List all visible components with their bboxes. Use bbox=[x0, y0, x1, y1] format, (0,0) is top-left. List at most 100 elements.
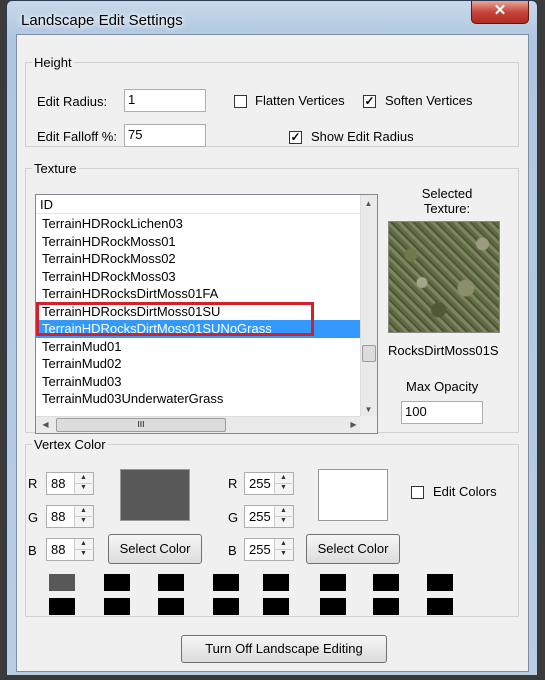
texture-list-item[interactable]: TerrainMud01 bbox=[36, 338, 362, 356]
vertex-color-group: Vertex Color R 88 ▲ ▼ G 88 ▲ ▼ B 88 ▲ ▼ Sel… bbox=[25, 437, 519, 617]
right-r-label: R bbox=[228, 476, 238, 491]
palette-swatch[interactable] bbox=[427, 574, 453, 591]
left-g-value: 88 bbox=[51, 509, 66, 524]
show-edit-radius-checkbox[interactable]: ✓ bbox=[289, 131, 302, 144]
left-r-label: R bbox=[28, 476, 38, 491]
left-r-value: 88 bbox=[51, 476, 66, 491]
flatten-vertices-label: Flatten Vertices bbox=[255, 93, 345, 108]
texture-list-item[interactable]: TerrainHDRockLichen03 bbox=[36, 215, 362, 233]
highlight-outline bbox=[36, 302, 314, 336]
scroll-grip-icon: III bbox=[137, 420, 145, 429]
spin-down-icon[interactable]: ▼ bbox=[275, 549, 292, 559]
right-r-spinner[interactable]: 255 ▲ ▼ bbox=[244, 472, 294, 495]
scroll-left-icon[interactable]: ◀ bbox=[38, 420, 53, 429]
edit-colors-checkbox[interactable] bbox=[411, 486, 424, 499]
texture-list-item[interactable]: TerrainMud03 bbox=[36, 373, 362, 391]
height-group: Height Edit Radius: 1 Flatten Vertices ✓… bbox=[25, 55, 519, 147]
palette-swatch[interactable] bbox=[49, 574, 75, 591]
vertex-color-legend: Vertex Color bbox=[34, 437, 106, 452]
palette-swatch[interactable] bbox=[373, 598, 399, 615]
close-icon: ✕ bbox=[493, 2, 507, 19]
right-g-label: G bbox=[228, 510, 239, 525]
right-color-swatch bbox=[318, 469, 388, 521]
scroll-down-icon[interactable]: ▼ bbox=[361, 405, 376, 414]
left-g-label: G bbox=[28, 510, 39, 525]
spin-down-icon[interactable]: ▼ bbox=[75, 516, 92, 526]
palette-swatch[interactable] bbox=[158, 574, 184, 591]
soften-vertices-checkbox[interactable]: ✓ bbox=[363, 95, 376, 108]
close-button[interactable]: ✕ bbox=[471, 1, 529, 24]
scroll-up-icon[interactable]: ▲ bbox=[361, 199, 376, 208]
left-b-label: B bbox=[28, 543, 37, 558]
left-color-swatch bbox=[120, 469, 190, 521]
turn-off-landscape-editing-button[interactable]: Turn Off Landscape Editing bbox=[181, 635, 387, 663]
spin-down-icon[interactable]: ▼ bbox=[275, 483, 292, 493]
selected-texture-name: RocksDirtMoss01S bbox=[388, 343, 499, 358]
palette-swatch[interactable] bbox=[213, 598, 239, 615]
checkmark-icon: ✓ bbox=[364, 94, 375, 108]
palette-swatch[interactable] bbox=[104, 598, 130, 615]
spin-down-icon[interactable]: ▼ bbox=[75, 483, 92, 493]
select-color-label: Select Color bbox=[119, 541, 191, 556]
texture-list-item[interactable]: TerrainHDRockMoss02 bbox=[36, 250, 362, 268]
edit-radius-label: Edit Radius: bbox=[37, 94, 108, 109]
left-select-color-button[interactable]: Select Color bbox=[108, 534, 202, 564]
landscape-edit-settings-window: Landscape Edit Settings ✕ Height Edit Ra… bbox=[6, 0, 538, 676]
height-legend: Height bbox=[34, 55, 72, 70]
right-g-value: 255 bbox=[249, 509, 271, 524]
left-g-spinner[interactable]: 88 ▲ ▼ bbox=[46, 505, 94, 528]
palette-swatch[interactable] bbox=[320, 574, 346, 591]
edit-radius-input[interactable]: 1 bbox=[124, 89, 206, 112]
soften-vertices-label: Soften Vertices bbox=[385, 93, 473, 108]
max-opacity-label: Max Opacity bbox=[406, 379, 479, 394]
palette-swatch[interactable] bbox=[213, 574, 239, 591]
list-column-header[interactable]: ID bbox=[36, 195, 362, 214]
window-title: Landscape Edit Settings bbox=[21, 12, 183, 29]
texture-list-item[interactable]: TerrainMud03UnderwaterGrass bbox=[36, 390, 362, 408]
right-b-label: B bbox=[228, 543, 237, 558]
right-r-value: 255 bbox=[249, 476, 271, 491]
dialog-client-area: Height Edit Radius: 1 Flatten Vertices ✓… bbox=[16, 34, 529, 672]
palette-swatch[interactable] bbox=[373, 574, 399, 591]
palette-swatch[interactable] bbox=[263, 574, 289, 591]
edit-falloff-label: Edit Falloff %: bbox=[37, 129, 117, 144]
left-b-spinner[interactable]: 88 ▲ ▼ bbox=[46, 538, 94, 561]
spin-down-icon[interactable]: ▼ bbox=[275, 516, 292, 526]
palette-swatch[interactable] bbox=[427, 598, 453, 615]
right-b-value: 255 bbox=[249, 542, 271, 557]
flatten-vertices-checkbox[interactable] bbox=[234, 95, 247, 108]
palette-swatch[interactable] bbox=[49, 598, 75, 615]
select-color-label: Select Color bbox=[317, 541, 389, 556]
scroll-right-icon[interactable]: ▶ bbox=[346, 420, 361, 429]
right-g-spinner[interactable]: 255 ▲ ▼ bbox=[244, 505, 294, 528]
max-opacity-input[interactable]: 100 bbox=[401, 401, 483, 424]
palette-swatch[interactable] bbox=[320, 598, 346, 615]
right-b-spinner[interactable]: 255 ▲ ▼ bbox=[244, 538, 294, 561]
selected-texture-label: Selected Texture: bbox=[421, 186, 473, 216]
id-column-label: ID bbox=[40, 197, 53, 212]
edit-colors-label: Edit Colors bbox=[433, 484, 497, 499]
edit-falloff-input[interactable]: 75 bbox=[124, 124, 206, 147]
vertical-scroll-thumb[interactable] bbox=[362, 345, 376, 362]
horizontal-scrollbar[interactable]: ◀ III ▶ bbox=[36, 416, 362, 433]
title-bar[interactable]: Landscape Edit Settings ✕ bbox=[7, 1, 537, 35]
palette-swatch[interactable] bbox=[158, 598, 184, 615]
scroll-corner bbox=[360, 416, 377, 433]
palette-swatch[interactable] bbox=[104, 574, 130, 591]
right-select-color-button[interactable]: Select Color bbox=[306, 534, 400, 564]
texture-list-item[interactable]: TerrainHDRocksDirtMoss01FA bbox=[36, 285, 362, 303]
vertical-scrollbar[interactable]: ▲ ▼ bbox=[360, 195, 377, 417]
show-edit-radius-label: Show Edit Radius bbox=[311, 129, 414, 144]
texture-list-item[interactable]: TerrainHDRockMoss01 bbox=[36, 233, 362, 251]
texture-legend: Texture bbox=[34, 161, 77, 176]
horizontal-scroll-thumb[interactable]: III bbox=[56, 418, 226, 432]
turn-off-landscape-editing-label: Turn Off Landscape Editing bbox=[205, 641, 363, 656]
left-b-value: 88 bbox=[51, 542, 66, 557]
texture-group: Texture ID TerrainHDRockLichen03 TerrainH… bbox=[25, 161, 519, 434]
texture-list-item[interactable]: TerrainHDRockMoss03 bbox=[36, 268, 362, 286]
palette-swatch[interactable] bbox=[263, 598, 289, 615]
selected-texture-preview bbox=[388, 221, 500, 333]
texture-list-item[interactable]: TerrainMud02 bbox=[36, 355, 362, 373]
left-r-spinner[interactable]: 88 ▲ ▼ bbox=[46, 472, 94, 495]
spin-down-icon[interactable]: ▼ bbox=[75, 549, 92, 559]
